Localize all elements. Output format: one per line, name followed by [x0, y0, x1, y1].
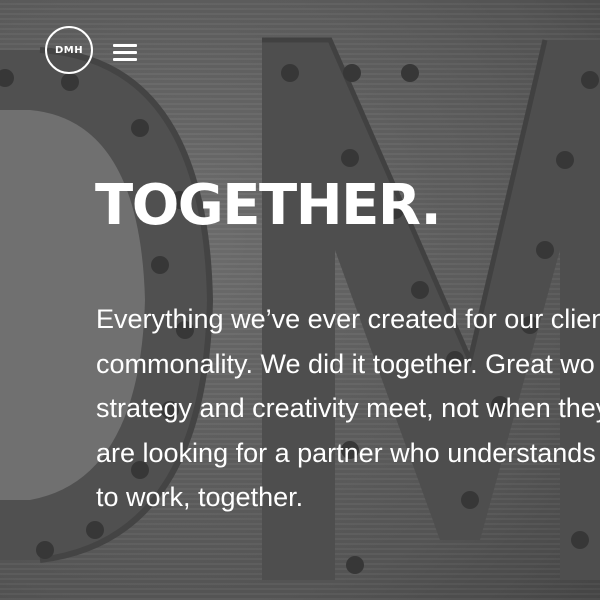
paragraph-line: strategy and creativity meet, not when t…: [96, 393, 600, 423]
hamburger-menu-icon[interactable]: [113, 43, 137, 61]
hero-section: DMH TOGETHER. Everything we’ve ever crea…: [0, 0, 600, 600]
page-title: TOGETHER.: [95, 173, 442, 238]
dmh-logo[interactable]: DMH: [45, 26, 93, 74]
paragraph-line: Everything we’ve ever created for our cl…: [96, 304, 600, 334]
paragraph-line: commonality. We did it together. Great w…: [96, 348, 595, 379]
paragraph-line: to work, together.: [96, 482, 304, 512]
logo-text: DMH: [54, 44, 84, 56]
paragraph-line: are looking for a partner who understand…: [96, 437, 600, 468]
intro-paragraph: Everything we’ve ever created for our cl…: [96, 297, 600, 520]
